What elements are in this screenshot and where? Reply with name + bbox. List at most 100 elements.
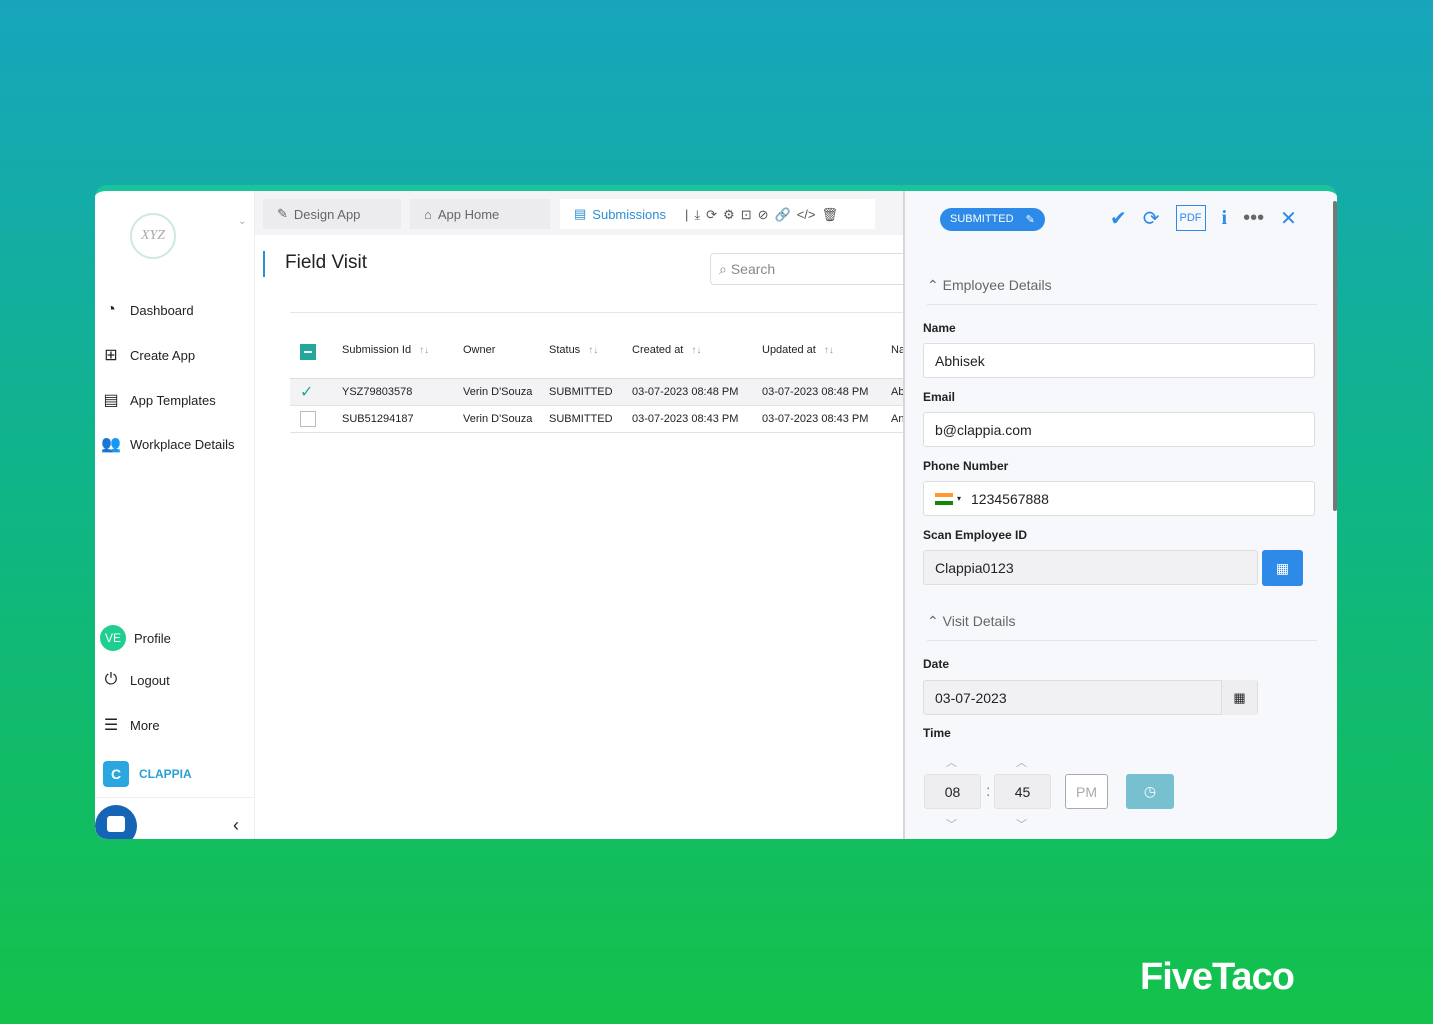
status-badge[interactable]: SUBMITTED ✎ xyxy=(940,208,1045,231)
pdf-icon[interactable]: PDF xyxy=(1175,205,1206,231)
minute-down-icon[interactable]: ﹀ xyxy=(1016,816,1027,832)
power-icon: ⏻ xyxy=(104,671,118,688)
sidebar-item-logout[interactable]: ⏻ Logout xyxy=(100,671,170,689)
tab-design-app[interactable]: ✎ Design App xyxy=(263,199,401,229)
avatar: VE xyxy=(100,625,126,651)
column-header[interactable]: Updated at ↑↓ xyxy=(762,336,891,379)
table-row[interactable]: ✓ YSZ79803578 Verin D'Souza SUBMITTED 03-07… xyxy=(290,378,910,406)
label: Design App xyxy=(293,206,361,222)
scan-employee-id-field[interactable]: Clappia0123 xyxy=(923,550,1258,585)
sort-icon: ↑↓ xyxy=(691,345,702,356)
workspace-logo[interactable]: XYZ xyxy=(130,213,176,259)
label: App Home xyxy=(437,206,500,222)
close-icon[interactable]: ✕ xyxy=(1280,206,1297,231)
code-icon[interactable]: </> xyxy=(797,207,816,223)
name-label: Name xyxy=(923,321,956,335)
cell: SUB51294187 xyxy=(342,405,463,433)
submission-toolbar: | ⤓ ⟳ ⚙ ⊡ ⊘ 🔗 </> 🗑 xyxy=(685,207,838,223)
submissions-table: Submission Id ↑↓ Owner Status ↑↓ Created a… xyxy=(290,336,910,433)
ampm-toggle[interactable]: PM xyxy=(1065,774,1108,809)
column-header[interactable]: Created at ↑↓ xyxy=(632,336,762,379)
minute-input[interactable]: 45 xyxy=(994,774,1051,809)
sidebar-item-dashboard[interactable]: ◔ Dashboard xyxy=(100,301,194,319)
minute-up-icon[interactable]: ︿ xyxy=(1016,754,1027,770)
sidebar-item-workplace-details[interactable]: 👥 Workplace Details xyxy=(100,434,235,454)
refresh-icon[interactable]: ⟳ xyxy=(1143,206,1160,231)
current-time-button[interactable]: ◷ xyxy=(1126,774,1174,809)
divider xyxy=(95,797,255,798)
sidebar: XYZ ⌄ ◔ Dashboard ⊞ Create App ▤ App Templa… xyxy=(95,191,255,839)
label: Logout xyxy=(130,672,170,688)
label: Profile xyxy=(134,630,171,646)
date-label: Date xyxy=(923,657,950,671)
link-icon[interactable]: 🔗 xyxy=(775,207,791,223)
list-icon: ▤ xyxy=(574,206,587,221)
menu-icon: ☰ xyxy=(103,717,119,734)
clappia-logo[interactable]: C CLAPPIA xyxy=(103,761,192,787)
qr-code-icon: ▦ xyxy=(1275,559,1290,576)
sort-icon: ↑↓ xyxy=(823,345,834,356)
cell: 03-07-2023 08:43 PM xyxy=(632,405,762,433)
separator: | xyxy=(685,207,689,222)
column-header[interactable]: Owner xyxy=(463,336,549,379)
users-icon: 👥 xyxy=(101,436,121,453)
hour-input[interactable]: 08 xyxy=(924,774,981,809)
gauge-icon: ◔ xyxy=(106,301,116,318)
label: Dashboard xyxy=(130,302,194,318)
search-icon: ⌕ xyxy=(719,260,727,277)
name-field[interactable]: Abhisek xyxy=(923,343,1315,378)
download-icon[interactable]: ⤓ xyxy=(694,207,700,223)
collapse-icon: ⌃ xyxy=(927,277,939,293)
search-input[interactable]: ⌕ Search xyxy=(710,253,910,285)
gear-icon[interactable]: ⚙ xyxy=(723,207,735,223)
grid-plus-icon: ⊞ xyxy=(104,347,118,364)
table-header: Submission Id ↑↓ Owner Status ↑↓ Created a… xyxy=(290,336,910,379)
tab-app-home[interactable]: ⌂ App Home xyxy=(410,199,550,229)
chevron-down-icon[interactable]: ⌄ xyxy=(238,216,246,227)
collapse-sidebar-icon[interactable]: ‹ xyxy=(233,815,239,836)
phone-label: Phone Number xyxy=(923,459,1009,473)
hour-up-icon[interactable]: ︿ xyxy=(946,754,957,770)
cell: SUBMITTED xyxy=(549,405,632,433)
home-icon: ⌂ xyxy=(424,206,432,222)
label: More xyxy=(130,717,160,733)
sidebar-item-app-templates[interactable]: ▤ App Templates xyxy=(100,390,215,410)
phone-field[interactable]: ▾ 1234567888 xyxy=(923,481,1315,516)
section-visit-details[interactable]: ⌃ Visit Details xyxy=(927,613,1317,641)
date-field[interactable]: 03-07-2023 xyxy=(923,680,1258,715)
select-all-checkbox[interactable] xyxy=(300,344,316,360)
qr-scan-button[interactable]: ▦ xyxy=(1262,550,1303,586)
column-header[interactable]: Status ↑↓ xyxy=(549,336,632,379)
more-icon[interactable]: ••• xyxy=(1243,207,1264,230)
checked-icon[interactable]: ✓ xyxy=(300,384,313,401)
fivetaco-watermark: FiveTaco xyxy=(1140,956,1295,998)
brand-name: CLAPPIA xyxy=(139,767,192,781)
approve-check-icon[interactable]: ✔ xyxy=(1110,206,1127,231)
edit-bulk-icon[interactable]: ⊘ xyxy=(758,207,769,223)
calendar-icon[interactable]: ▦ xyxy=(1221,680,1257,715)
refresh-icon[interactable]: ⟳ xyxy=(706,207,717,223)
chat-button[interactable] xyxy=(95,805,137,839)
india-flag-icon[interactable] xyxy=(935,492,953,505)
email-field[interactable]: b@clappia.com xyxy=(923,412,1315,447)
column-header[interactable]: Submission Id ↑↓ xyxy=(342,336,463,379)
label: Create App xyxy=(130,347,196,363)
section-employee-details[interactable]: ⌃ Employee Details xyxy=(927,277,1317,305)
import-icon[interactable]: ⊡ xyxy=(741,207,752,223)
table-row[interactable]: SUB51294187 Verin D'Souza SUBMITTED 03-07-2… xyxy=(290,405,910,433)
divider xyxy=(290,312,910,313)
label: Workplace Details xyxy=(130,436,235,452)
main-content: ✎ Design App ⌂ App Home ▤ Submissions | ⤓ ⟳ ⚙ ⊡… xyxy=(255,191,910,839)
sidebar-item-profile[interactable]: VE Profile xyxy=(100,625,171,651)
sidebar-item-more[interactable]: ☰ More xyxy=(100,715,160,735)
edit-icon: ✎ xyxy=(277,206,288,221)
status-text: SUBMITTED xyxy=(950,213,1014,225)
delete-icon[interactable]: 🗑 xyxy=(822,207,839,223)
scrollbar[interactable] xyxy=(1333,201,1337,511)
info-icon[interactable]: i xyxy=(1222,207,1228,230)
hour-down-icon[interactable]: ﹀ xyxy=(946,816,957,832)
sort-icon: ↑↓ xyxy=(588,345,599,356)
sidebar-item-create-app[interactable]: ⊞ Create App xyxy=(100,345,195,365)
row-checkbox[interactable] xyxy=(300,410,316,427)
clock-icon: ◷ xyxy=(1143,783,1157,799)
